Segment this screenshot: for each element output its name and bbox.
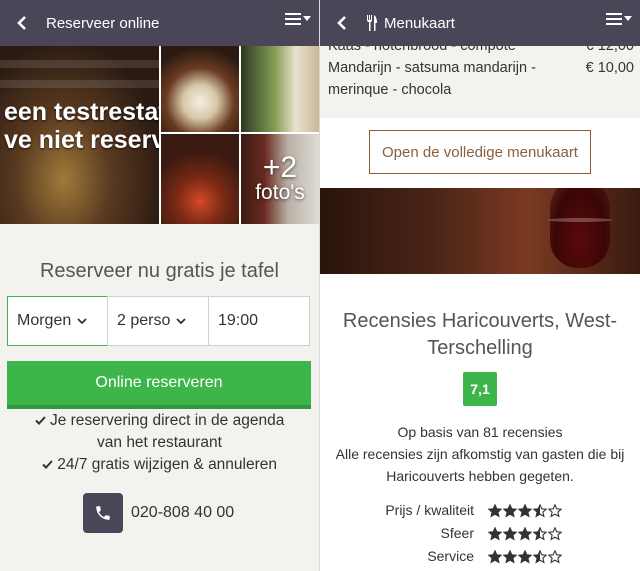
salad-photo[interactable] (161, 134, 239, 224)
photo-overlay-text-2: ve niet reserve (4, 126, 159, 154)
chevron-down-icon (77, 317, 87, 324)
benefit-item: Je reservering direct in de agenda (0, 410, 319, 432)
menu-button[interactable] (606, 12, 632, 26)
menu-item-name: Mandarijn - satsuma mandarijn - merinque… (328, 60, 536, 98)
star-rating (488, 550, 562, 564)
benefits-list: Je reservering direct in de agenda van h… (0, 410, 319, 476)
left-header: Reserveer online (0, 0, 319, 46)
food-photo[interactable] (161, 46, 239, 132)
day-select[interactable]: Morgen (7, 296, 108, 346)
benefit-text: Je reservering direct in de agenda (49, 412, 285, 429)
reservation-panel: Reserveer online een testrestat ve niet … (0, 0, 319, 571)
check-icon (34, 416, 46, 425)
reserve-online-button[interactable]: Online reserveren (7, 361, 311, 409)
star-icon (518, 527, 532, 541)
persons-select-value: 2 perso (117, 312, 171, 329)
menu-item: Mandarijn - satsuma mandarijn - merinque… (328, 57, 634, 101)
check-icon (42, 460, 53, 469)
rating-label: Service (427, 548, 474, 564)
more-photos-label: foto's (255, 181, 305, 204)
time-select-value: 19:00 (218, 312, 259, 329)
rating-row: Service (320, 546, 640, 568)
star-icon (503, 527, 517, 541)
rating-label: Sfeer (440, 525, 474, 541)
wine-glass-image (550, 188, 610, 268)
reservation-title: Reserveer nu gratis je tafel (39, 260, 279, 282)
menu-title-label: Menukaart (384, 14, 455, 32)
menu-icon (285, 13, 301, 25)
caret-down-icon (624, 16, 632, 21)
star-icon (548, 504, 562, 518)
benefit-item: 24/7 gratis wijzigen & annuleren (0, 454, 319, 476)
menu-button[interactable] (285, 12, 311, 26)
phone-contact[interactable]: 020-808 40 00 (83, 493, 234, 533)
right-header: Menukaart (320, 0, 640, 46)
star-icon (503, 504, 517, 518)
chevron-left-icon (17, 16, 26, 30)
phone-icon[interactable] (83, 493, 123, 533)
star-icon (518, 550, 532, 564)
review-note: Alle recensies zijn afkomstig van gasten… (335, 446, 625, 484)
star-icon (488, 504, 502, 518)
phone-number: 020-808 40 00 (131, 504, 235, 521)
rating-row: Sfeer (320, 523, 640, 545)
star-icon (533, 550, 547, 564)
photo-overlay-text-1: een testrestat (4, 98, 159, 126)
time-select[interactable]: 19:00 (208, 296, 310, 346)
star-icon (548, 550, 562, 564)
page-title: Reserveer online (46, 14, 160, 32)
star-icon (503, 550, 517, 564)
star-icon (548, 527, 562, 541)
reviews-title: Recensies Haricouverts, West-Terschellin… (342, 310, 618, 359)
star-icon (533, 527, 547, 541)
star-rating (488, 527, 562, 541)
persons-select[interactable]: 2 perso (107, 296, 209, 346)
star-rating (488, 504, 562, 518)
benefit-text: 24/7 gratis wijzigen & annuleren (57, 456, 278, 473)
more-photos-count: +2 (262, 151, 298, 184)
rating-label: Prijs / kwaliteit (385, 502, 474, 518)
cutlery-icon (367, 15, 377, 31)
wine-banner (320, 188, 640, 274)
star-icon (533, 504, 547, 518)
back-button[interactable] (320, 0, 364, 46)
restaurant-photo[interactable]: een testrestat ve niet reserve (0, 46, 159, 224)
star-icon (488, 527, 502, 541)
star-icon (518, 504, 532, 518)
review-count: Op basis van 81 recensies (397, 424, 563, 440)
back-button[interactable] (0, 0, 44, 46)
benefit-text-cont: van het restaurant (97, 434, 222, 451)
menu-title: Menukaart (366, 15, 455, 32)
more-photos-tile[interactable]: +2 foto's (241, 134, 319, 224)
chevron-left-icon (337, 16, 346, 30)
star-icon (488, 550, 502, 564)
photo-gallery[interactable]: een testrestat ve niet reserve +2 foto's (0, 46, 319, 224)
chevron-down-icon (176, 317, 187, 324)
caret-down-icon (303, 16, 311, 21)
reviews-summary: Op basis van 81 recensies Alle recensies… (320, 421, 640, 487)
menu-panel: Kaas - notenbrood - compote € 12,00 Mand… (320, 0, 640, 571)
rating-badge: 7,1 (463, 372, 497, 406)
open-full-menu-button[interactable]: Open de volledige menukaart (369, 130, 591, 174)
glasses-photo[interactable] (241, 46, 319, 132)
menu-icon (606, 13, 622, 25)
menu-item-price: € 10,00 (585, 60, 634, 76)
reservation-form: Morgen 2 perso 19:00 (7, 296, 311, 346)
day-select-value: Morgen (17, 312, 72, 329)
rating-row: Prijs / kwaliteit (320, 500, 640, 522)
